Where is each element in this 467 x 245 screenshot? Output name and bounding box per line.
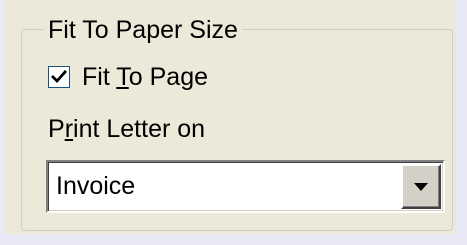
group-title: Fit To Paper Size [44, 15, 242, 45]
print-letter-on-select[interactable]: Invoice [46, 160, 445, 213]
print-options-panel: Fit To Paper Size Fit To Page Print Lett… [4, 0, 456, 234]
checkmark-icon [51, 70, 67, 84]
fit-to-page-checkbox[interactable] [48, 66, 70, 88]
dropdown-button[interactable] [401, 164, 441, 209]
fit-to-page-label[interactable]: Fit To Page [82, 62, 208, 92]
fit-to-page-checkbox-row[interactable]: Fit To Page [48, 60, 208, 94]
chevron-down-icon [414, 182, 428, 191]
print-letter-on-label: Print Letter on [48, 115, 206, 143]
selected-value[interactable]: Invoice [56, 170, 135, 202]
